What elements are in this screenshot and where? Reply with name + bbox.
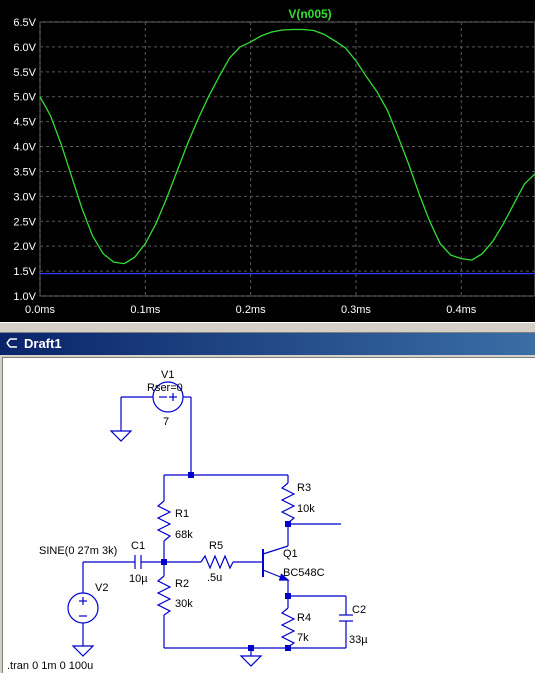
y-tick-label: 3.5V — [13, 166, 36, 178]
v1-value: 7 — [163, 416, 169, 428]
junction-dot — [285, 645, 291, 651]
c1-name: C1 — [131, 540, 145, 552]
x-tick-label: 0.1ms — [130, 304, 160, 316]
plot-series — [39, 28, 535, 275]
c2-name: C2 — [352, 604, 366, 616]
x-tick-label: 0.4ms — [446, 304, 476, 316]
waveform-plot[interactable]: 6.5V 6.0V 5.5V 5.0V 4.5V 4.0V 3.5V 3.0V 2.5V 2.0V… — [0, 0, 535, 322]
r3-value: 10k — [297, 503, 315, 515]
ground-icon — [239, 655, 263, 667]
plot-grid — [39, 21, 535, 297]
junction-dot — [188, 472, 194, 478]
c1-capacitor[interactable] — [83, 555, 164, 569]
r4-value: 7k — [297, 632, 309, 644]
schematic-icon — [6, 338, 17, 348]
y-tick-label: 2.0V — [13, 241, 36, 253]
r1-resistor[interactable] — [156, 475, 172, 562]
spice-directive[interactable]: .tran 0 1m 0 100u — [7, 660, 93, 672]
x-tick-label: 0.2ms — [236, 304, 266, 316]
y-tick-label: 4.0V — [13, 142, 36, 154]
schematic-drawing[interactable]: V1 Rser=0 7 R3 10k R1 68k C1 10µ SINE(0 … — [3, 358, 535, 673]
y-tick-label: 6.0V — [13, 42, 36, 54]
v2-name: V2 — [95, 582, 108, 594]
y-tick-label: 5.5V — [13, 67, 36, 79]
plot-frame — [39, 21, 535, 297]
junction-dot — [161, 559, 167, 565]
r5-name: R5 — [209, 540, 223, 552]
window-title: Draft1 — [24, 336, 62, 351]
c1-value: 10µ — [129, 573, 148, 585]
r5-value: .5u — [207, 572, 222, 584]
ground-icon — [109, 430, 133, 442]
r5-resistor[interactable] — [164, 554, 259, 570]
junction-dot — [285, 521, 291, 527]
y-tick-label: 5.0V — [13, 92, 36, 104]
draft-window-titlebar[interactable]: Draft1 — [0, 333, 535, 355]
junction-dot — [248, 645, 254, 651]
junction-dot — [285, 593, 291, 599]
r4-name: R4 — [297, 612, 311, 624]
pane-splitter[interactable] — [0, 322, 535, 333]
y-axis-ticks: 6.5V 6.0V 5.5V 5.0V 4.5V 4.0V 3.5V 3.0V 2.5V 2.0V… — [13, 17, 36, 303]
v1-param: Rser=0 — [147, 382, 183, 394]
y-tick-label: 3.0V — [13, 191, 36, 203]
y-tick-label: 1.0V — [13, 291, 36, 303]
v1-source[interactable] — [120, 381, 192, 475]
ground-icon — [71, 645, 95, 657]
y-tick-label: 1.5V — [13, 266, 36, 278]
v2-source[interactable] — [67, 562, 99, 646]
y-tick-label: 2.5V — [13, 216, 36, 228]
y-tick-label: 6.5V — [13, 17, 36, 29]
r1-value: 68k — [175, 529, 193, 541]
x-axis-ticks: 0.0ms 0.1ms 0.2ms 0.3ms 0.4ms — [25, 304, 477, 316]
v1-name: V1 — [161, 369, 174, 381]
r2-name: R2 — [175, 578, 189, 590]
y-tick-label: 4.5V — [13, 117, 36, 129]
q1-model: BC548C — [283, 567, 325, 579]
r2-resistor[interactable] — [156, 562, 172, 648]
waveform-plot-pane[interactable]: 6.5V 6.0V 5.5V 5.0V 4.5V 4.0V 3.5V 3.0V 2.5V 2.0V… — [0, 0, 535, 322]
trace-label[interactable]: V(n005) — [288, 7, 331, 21]
v2-source-text: SINE(0 27m 3k) — [39, 545, 117, 557]
r4-resistor[interactable] — [280, 596, 296, 648]
q1-name: Q1 — [283, 548, 298, 560]
r2-value: 30k — [175, 598, 193, 610]
r3-name: R3 — [297, 482, 311, 494]
schematic-canvas[interactable]: V1 Rser=0 7 R3 10k R1 68k C1 10µ SINE(0 … — [2, 357, 535, 673]
x-tick-label: 0.0ms — [25, 304, 55, 316]
r1-name: R1 — [175, 508, 189, 520]
x-tick-label: 0.3ms — [341, 304, 371, 316]
c2-value: 33µ — [349, 634, 368, 646]
